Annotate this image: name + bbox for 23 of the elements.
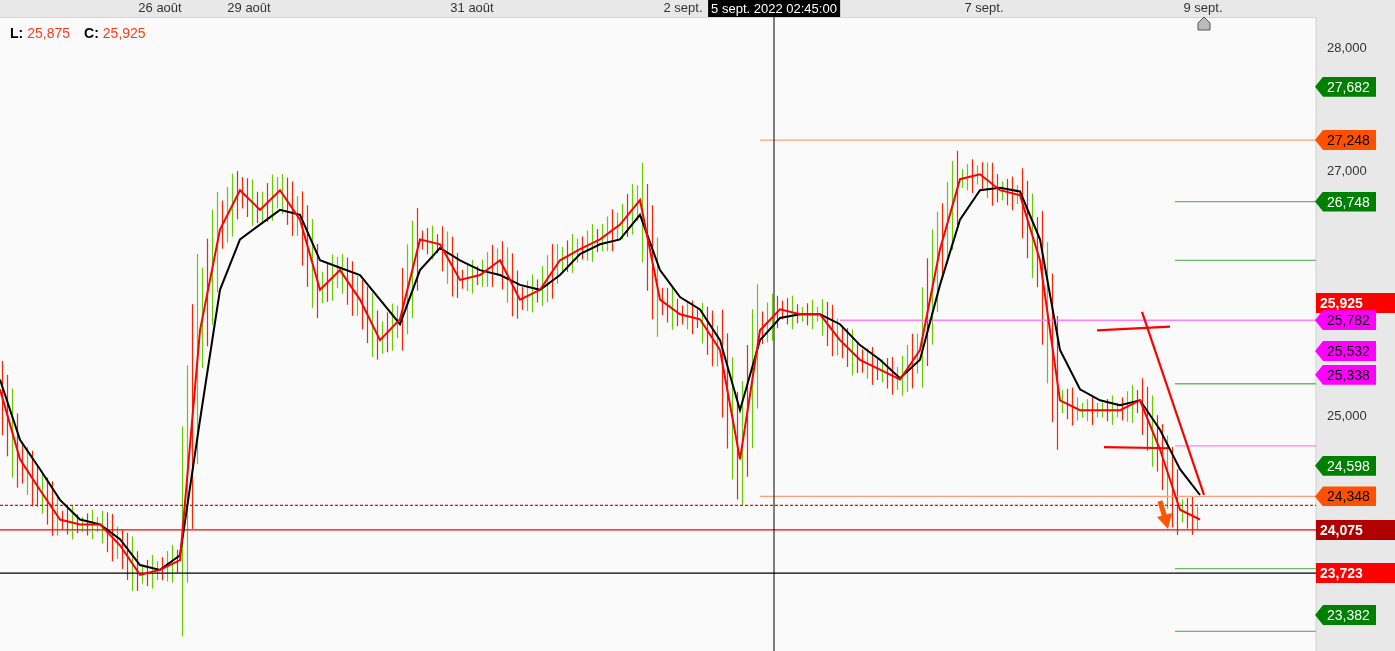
date-label: 2 sept. <box>663 0 703 15</box>
price-axis-label: 28,000 <box>1327 39 1367 56</box>
price-tag: 25,782 <box>1315 310 1376 331</box>
legend-label: L: <box>10 24 24 43</box>
date-label: 7 sept. <box>964 0 1004 15</box>
legend-value: 25,875 <box>27 24 71 43</box>
crosshair-date-label: 5 sept. 2022 02:45:00 <box>708 0 840 17</box>
price-tag: 24,075 <box>1316 519 1395 540</box>
price-tag: 23,382 <box>1315 605 1376 626</box>
price-axis-label: 25,000 <box>1327 408 1367 425</box>
date-label: 31 août <box>450 0 494 15</box>
legend-value: 25,925 <box>102 24 146 43</box>
down-arrow-icon <box>1157 500 1172 529</box>
price-tag: 24,348 <box>1315 486 1376 507</box>
price-tag: 23,723 <box>1316 563 1395 584</box>
price-axis-label: 27,000 <box>1327 162 1367 179</box>
price-tag: 27,248 <box>1315 130 1376 151</box>
date-label: 29 août <box>227 0 271 15</box>
legend-label: C: <box>84 24 99 43</box>
date-label: 26 août <box>138 0 182 15</box>
price-tag: 25,925 <box>1316 292 1395 313</box>
marker-icon <box>1197 16 1211 31</box>
date-label: 9 sept. <box>1183 0 1223 15</box>
